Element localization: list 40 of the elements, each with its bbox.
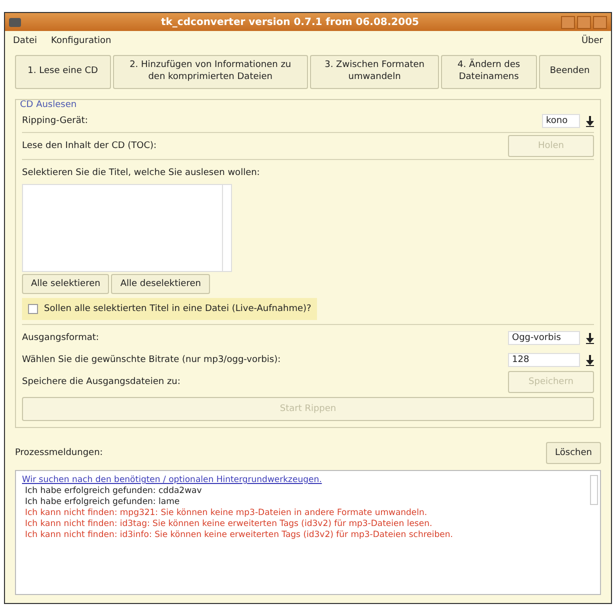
log-line: Ich kann nicht finden: id3tag: Sie können keine erweiterten Tags (id3v2) für mp3-Dateien lesen. bbox=[24, 519, 434, 529]
step-button[interactable]: 2. Hinzufügen von Informationen zu den komprimierten Dateien bbox=[112, 55, 308, 89]
maximize-button[interactable] bbox=[577, 16, 591, 28]
track-list[interactable] bbox=[22, 184, 232, 272]
field-label: Wählen Sie die gewünschte Bitrate (nur mp3/ogg-vorbis): bbox=[22, 355, 282, 365]
field-label: Ausgangsformat: bbox=[22, 333, 100, 343]
step-button[interactable]: 4. Ändern des Dateinamens bbox=[441, 55, 537, 89]
live-checkbox-row[interactable]: Sollen alle selektierten Titel in eine Datei (Live-Aufnahme)? bbox=[22, 298, 318, 320]
select-button[interactable]: Alle deselektieren bbox=[111, 274, 210, 294]
log-line: Ich kann nicht finden: id3info: Sie können keine erweiterten Tags (id3v2) für mp3-Dateien schreiben. bbox=[24, 530, 454, 540]
step-button[interactable]: 1. Lese eine CD bbox=[15, 55, 111, 89]
field-label: Ripping-Gerät: bbox=[22, 116, 89, 126]
log-label: Prozessmeldungen: bbox=[15, 448, 104, 458]
field-label: Lese den Inhalt der CD (TOC): bbox=[22, 141, 158, 151]
group-title: CD Auslesen bbox=[18, 100, 79, 110]
log-line: Ich habe erfolgreich gefunden: cdda2wav bbox=[24, 486, 203, 496]
window-menu-icon[interactable] bbox=[9, 18, 21, 26]
window-title: tk_cdconverter version 0.7.1 from 06.08.2005 bbox=[160, 16, 420, 28]
scrollbar[interactable] bbox=[590, 475, 598, 505]
dropdown-field[interactable]: kono bbox=[542, 114, 580, 128]
menu-item[interactable]: Über bbox=[579, 35, 605, 47]
minimize-button[interactable] bbox=[561, 16, 575, 28]
log-link[interactable]: Wir suchen nach den benötigten / optionalen Hintergrundwerkzeugen. bbox=[22, 475, 594, 485]
log-line: Ich habe erfolgreich gefunden: lame bbox=[24, 497, 181, 507]
dropdown-field[interactable]: 128 bbox=[508, 353, 580, 367]
select-label: Selektieren Sie die Titel, welche Sie auslesen wollen: bbox=[22, 167, 261, 178]
menu-item[interactable]: Datei bbox=[11, 35, 40, 47]
checkbox[interactable] bbox=[28, 304, 38, 314]
clear-button[interactable]: Löschen bbox=[546, 442, 601, 464]
menu-item[interactable]: Konfiguration bbox=[49, 35, 114, 47]
field-label: Speichere die Ausgangsdateien zu: bbox=[22, 377, 182, 387]
down-arrow-icon[interactable] bbox=[586, 332, 594, 344]
dropdown-field[interactable]: Ogg-vorbis bbox=[508, 331, 580, 345]
close-button[interactable] bbox=[593, 16, 607, 28]
down-arrow-icon[interactable] bbox=[586, 354, 594, 366]
log-line: Ich kann nicht finden: mpg321: Sie können keine mp3-Dateien in andere Formate umwandeln. bbox=[24, 508, 428, 518]
down-arrow-icon[interactable] bbox=[586, 116, 594, 126]
select-button[interactable]: Alle selektieren bbox=[22, 274, 110, 294]
step-button[interactable]: 3. Zwischen Formaten umwandeln bbox=[310, 55, 439, 89]
step-button[interactable]: Beenden bbox=[538, 55, 601, 89]
